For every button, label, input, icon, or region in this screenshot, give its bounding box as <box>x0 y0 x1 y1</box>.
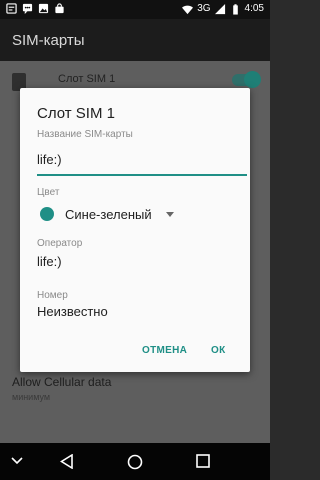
back-icon[interactable] <box>60 454 74 469</box>
clock: 4:05 <box>244 3 264 14</box>
wifi-icon <box>182 5 194 14</box>
number-label: Номер <box>37 290 68 301</box>
image-icon <box>38 3 49 14</box>
signal-icon <box>214 3 225 14</box>
page-title: SIM-карты <box>12 32 85 49</box>
number-value: Неизвестно <box>37 304 108 319</box>
status-notifications <box>6 3 65 14</box>
network-type: 3G <box>197 3 211 14</box>
bag-icon <box>55 3 64 14</box>
home-icon[interactable] <box>127 454 143 470</box>
cellular-data-title: Allow Cellular data <box>12 375 112 389</box>
sim-edit-dialog: Слот SIM 1 Название SIM-карты life:) Цве… <box>20 88 250 372</box>
recents-icon[interactable] <box>196 454 210 468</box>
notification-icon <box>6 3 17 14</box>
app-bar: SIM-карты <box>0 19 270 61</box>
battery-icon <box>232 3 238 15</box>
cancel-button[interactable]: ОТМЕНА <box>142 345 187 356</box>
operator-value: life:) <box>37 254 62 269</box>
color-swatch <box>40 207 54 221</box>
color-value: Сине-зеленый <box>65 207 152 222</box>
status-bar: 3G 4:05 <box>0 0 270 19</box>
cellular-data-row: Allow Cellular data минимум <box>12 375 111 402</box>
cellular-data-subtitle: минимум <box>12 392 51 402</box>
dialog-title: Слот SIM 1 <box>37 105 115 122</box>
sim-slot-title: Слот SIM 1 <box>58 73 116 85</box>
color-label: Цвет <box>37 187 60 198</box>
sim-enable-toggle <box>232 71 261 88</box>
sim-name-input[interactable]: life:) <box>37 150 247 176</box>
sim-name-label: Название SIM-карты <box>37 129 133 140</box>
navigation-bar <box>0 443 270 480</box>
operator-label: Оператор <box>37 238 83 249</box>
collapse-keyboard-icon[interactable] <box>11 456 23 466</box>
status-system: 3G 4:05 <box>182 3 264 15</box>
sim-name-value: life:) <box>37 152 62 167</box>
chat-icon <box>22 3 33 14</box>
dropdown-arrow-icon <box>166 212 174 217</box>
ok-button[interactable]: ОК <box>211 345 225 356</box>
